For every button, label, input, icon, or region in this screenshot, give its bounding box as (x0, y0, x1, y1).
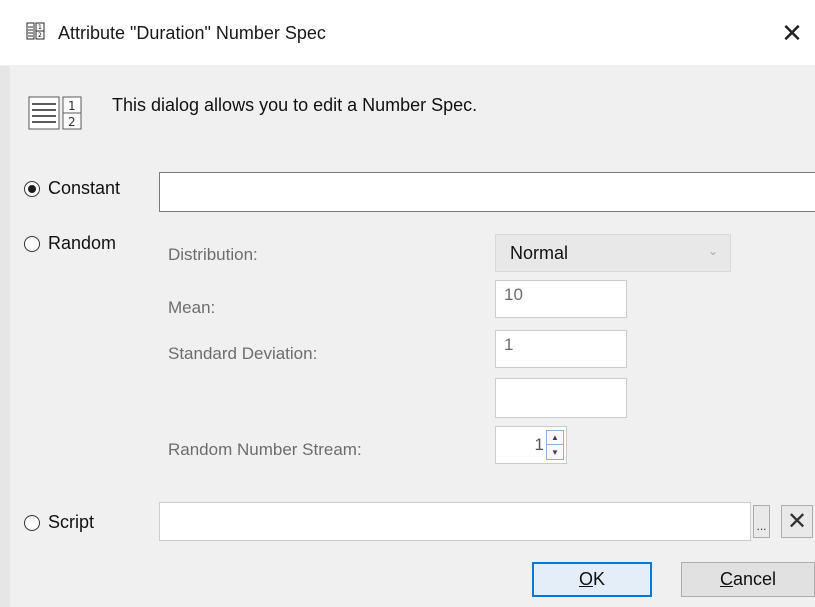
dialog-body: 1 2 This dialog allows you to edit a Num… (0, 66, 815, 607)
chevron-down-icon: ⌄ (707, 244, 718, 258)
constant-label: Constant (48, 178, 121, 198)
spinner-arrows[interactable]: ▲ ▼ (546, 430, 564, 460)
distribution-select[interactable]: Normal ⌄ (495, 234, 731, 272)
number-spec-icon: 1 2 (26, 21, 46, 41)
random-radio[interactable]: Random (24, 233, 116, 254)
arrow-up-icon[interactable]: ▲ (547, 431, 563, 445)
svg-text:2: 2 (68, 115, 76, 129)
stddev-input[interactable]: 1 (495, 330, 627, 368)
ok-label: K (593, 569, 606, 589)
arrow-down-icon[interactable]: ▼ (547, 445, 563, 459)
cancel-label: ancel (732, 569, 777, 589)
mean-input[interactable]: 10 (495, 280, 627, 318)
number-spec-large-icon: 1 2 (28, 91, 86, 133)
browse-button[interactable]: ... (753, 505, 770, 538)
distribution-value: Normal (510, 242, 569, 263)
radio-circle (24, 514, 40, 531)
ok-button[interactable]: OK (532, 562, 652, 597)
close-icon: ✕ (781, 17, 803, 48)
distribution-label: Distribution: (168, 245, 258, 264)
window-title: Attribute "Duration" Number Spec (58, 23, 326, 43)
script-label: Script (48, 512, 95, 532)
clear-button[interactable]: ✕ (781, 505, 813, 538)
cancel-button[interactable]: Cancel (681, 562, 815, 597)
random-label: Random (48, 233, 117, 253)
mean-label: Mean: (168, 298, 216, 317)
radio-circle (24, 235, 40, 252)
ok-mnemonic: O (578, 569, 593, 589)
stream-value: 1 (534, 435, 544, 454)
svg-text:2: 2 (38, 32, 42, 39)
dialog-description: This dialog allows you to edit a Number … (112, 95, 478, 115)
constant-input[interactable] (159, 172, 815, 212)
stddev-label: Standard Deviation: (168, 344, 318, 363)
svg-text:1: 1 (68, 99, 76, 113)
window-edge (0, 66, 10, 607)
stream-spinner[interactable]: 1 ▲ ▼ (495, 426, 567, 464)
stream-label: Random Number Stream: (168, 440, 362, 459)
constant-radio[interactable]: Constant (24, 178, 120, 199)
title-bar: 1 2 Attribute "Duration" Number Spec ✕ (0, 0, 815, 66)
clear-icon: ✕ (786, 508, 808, 535)
extra-parameter-input[interactable] (495, 378, 627, 418)
cancel-mnemonic: C (719, 569, 733, 589)
radio-circle-checked (24, 180, 40, 197)
svg-text:1: 1 (38, 24, 42, 31)
script-radio[interactable]: Script (24, 512, 94, 533)
close-button[interactable]: ✕ (772, 15, 812, 51)
script-input[interactable] (159, 502, 751, 541)
